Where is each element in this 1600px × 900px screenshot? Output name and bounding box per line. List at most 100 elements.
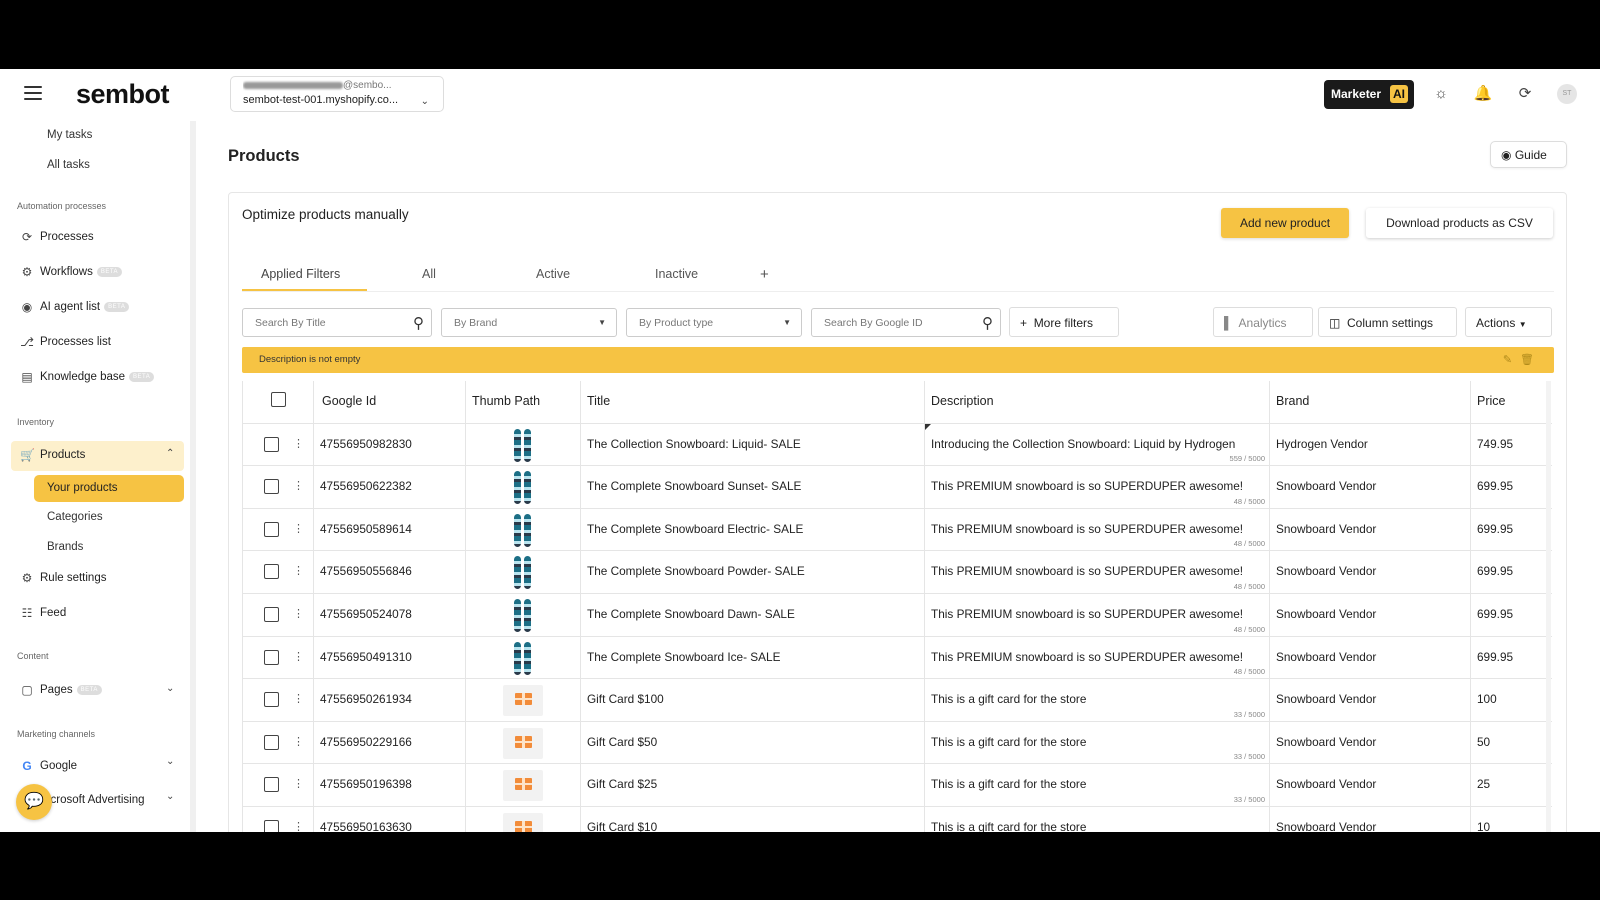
- cell-title[interactable]: The Complete Snowboard Powder- SALE: [581, 551, 925, 593]
- cell-description[interactable]: Introducing the Collection Snowboard: Li…: [925, 423, 1270, 466]
- chevron-up-icon[interactable]: ⌃: [166, 448, 174, 459]
- row-menu-icon[interactable]: ⋮: [293, 607, 304, 620]
- cell-brand[interactable]: Snowboard Vendor: [1270, 764, 1471, 806]
- cell-price[interactable]: 699.95: [1471, 594, 1552, 636]
- row-menu-icon[interactable]: ⋮: [293, 777, 304, 790]
- cell-brand[interactable]: Snowboard Vendor: [1270, 721, 1471, 764]
- brand-select[interactable]: By Brand ▼: [441, 308, 617, 337]
- table-row[interactable]: ⋮ 47556950261934 Gift Card $100 This is a g…: [243, 679, 1552, 722]
- row-checkbox[interactable]: [264, 734, 279, 750]
- header-brand[interactable]: Brand: [1270, 381, 1471, 423]
- cell-description[interactable]: This PREMIUM snowboard is so SUPERDUPER …: [925, 508, 1270, 551]
- sidebar-item-google[interactable]: G Google: [20, 759, 77, 773]
- table-row[interactable]: ⋮ 47556950589614 The Complete Snowboard El…: [243, 508, 1552, 552]
- avatar[interactable]: ST: [1557, 84, 1577, 104]
- cell-description[interactable]: This PREMIUM snowboard is so SUPERDUPER …: [925, 551, 1270, 593]
- actions-button[interactable]: Actions ▼: [1465, 307, 1552, 337]
- account-selector[interactable]: @sembo... sembot-test-001.myshopify.co..…: [230, 76, 444, 112]
- bug-icon[interactable]: ☼: [1430, 83, 1452, 105]
- sidebar-item-your-products[interactable]: Your products: [34, 475, 184, 502]
- sidebar-item-feed[interactable]: ☷ Feed: [20, 606, 67, 620]
- select-all-checkbox[interactable]: [271, 392, 286, 407]
- row-menu-icon[interactable]: ⋮: [293, 479, 304, 492]
- header-description[interactable]: Description: [925, 381, 1270, 423]
- analytics-button[interactable]: ▌ Analytics: [1213, 307, 1313, 337]
- chevron-down-icon[interactable]: ⌄: [166, 756, 174, 767]
- row-menu-icon[interactable]: ⋮: [293, 650, 304, 663]
- cell-price[interactable]: 699.95: [1471, 637, 1552, 679]
- cell-brand[interactable]: Snowboard Vendor: [1270, 551, 1471, 593]
- history-settings-icon[interactable]: ⟳: [1514, 83, 1536, 105]
- guide-button[interactable]: ◉ Guide: [1490, 141, 1567, 168]
- row-checkbox[interactable]: [264, 820, 279, 832]
- cell-price[interactable]: 699.95: [1471, 509, 1552, 551]
- row-menu-icon[interactable]: ⋮: [293, 692, 304, 705]
- cell-brand[interactable]: Snowboard Vendor: [1270, 807, 1471, 832]
- sidebar-item-ai-agent-list[interactable]: ◉ AI agent list BETA: [20, 300, 130, 314]
- sidebar-item-processes-list[interactable]: ⎇ Processes list: [20, 335, 111, 349]
- cell-price[interactable]: 749.95: [1471, 424, 1552, 466]
- sidebar-item-my-tasks[interactable]: My tasks: [47, 129, 92, 141]
- tab-active[interactable]: Active: [536, 267, 570, 281]
- cell-title[interactable]: The Complete Snowboard Ice- SALE: [581, 636, 925, 679]
- edit-icon[interactable]: ✎: [1503, 354, 1520, 366]
- row-checkbox[interactable]: [264, 436, 279, 452]
- row-checkbox[interactable]: [264, 607, 279, 622]
- row-menu-icon[interactable]: ⋮: [293, 820, 304, 832]
- add-tab-icon[interactable]: +: [760, 266, 769, 283]
- cell-price[interactable]: 50: [1471, 722, 1552, 764]
- cell-price[interactable]: 10: [1471, 807, 1552, 832]
- cell-brand[interactable]: Snowboard Vendor: [1270, 594, 1471, 636]
- cell-description[interactable]: This is a gift card for the store33 / 50…: [925, 679, 1270, 721]
- cell-brand[interactable]: Snowboard Vendor: [1270, 466, 1471, 508]
- search-title-input[interactable]: Search By Title ⚲: [242, 308, 432, 337]
- cell-description[interactable]: This is a gift card for the store33 / 50…: [925, 764, 1270, 806]
- table-row[interactable]: ⋮ 47556950196398 Gift Card $25 This is a gi…: [243, 764, 1552, 807]
- cell-title[interactable]: The Collection Snowboard: Liquid- SALE: [581, 423, 925, 466]
- download-csv-button[interactable]: Download products as CSV: [1366, 208, 1553, 238]
- cell-brand[interactable]: Snowboard Vendor: [1270, 508, 1471, 551]
- row-checkbox[interactable]: [264, 479, 279, 495]
- table-row[interactable]: ⋮ 47556950491310 The Complete Snowboard Ic…: [243, 636, 1552, 680]
- header-title[interactable]: Title: [581, 381, 925, 423]
- row-menu-icon[interactable]: ⋮: [293, 437, 304, 450]
- table-row[interactable]: ⋮ 47556950524078 The Complete Snowboard Da…: [243, 594, 1552, 637]
- row-checkbox[interactable]: [264, 521, 279, 537]
- tab-applied-filters[interactable]: Applied Filters: [261, 267, 340, 281]
- menu-icon[interactable]: [24, 86, 42, 100]
- cell-description[interactable]: This PREMIUM snowboard is so SUPERDUPER …: [925, 466, 1270, 508]
- cell-price[interactable]: 699.95: [1471, 551, 1552, 593]
- sidebar-item-products[interactable]: 🛒 Products: [20, 448, 85, 462]
- header-price[interactable]: Price: [1471, 381, 1552, 423]
- cell-title[interactable]: Gift Card $50: [581, 721, 925, 764]
- sidebar-item-categories[interactable]: Categories: [47, 511, 103, 523]
- cell-price[interactable]: 25: [1471, 764, 1552, 806]
- tab-all[interactable]: All: [422, 267, 436, 281]
- row-checkbox[interactable]: [264, 777, 279, 793]
- search-google-id-input[interactable]: Search By Google ID ⚲: [811, 308, 1001, 337]
- cell-description[interactable]: This is a gift card for the store33 / 50…: [925, 721, 1270, 764]
- bell-icon[interactable]: 🔔: [1472, 83, 1494, 105]
- sidebar-item-brands[interactable]: Brands: [47, 541, 83, 553]
- sidebar-item-pages[interactable]: ▢ Pages BETA: [20, 683, 102, 697]
- cell-title[interactable]: The Complete Snowboard Sunset- SALE: [581, 466, 925, 508]
- cell-description[interactable]: This PREMIUM snowboard is so SUPERDUPER …: [925, 636, 1270, 679]
- table-row[interactable]: ⋮ 47556950622382 The Complete Snowboard Su…: [243, 466, 1552, 509]
- trash-icon[interactable]: 🗑: [1520, 354, 1542, 366]
- sidebar-item-microsoft-advertising[interactable]: icrosoft Advertising: [48, 794, 145, 806]
- row-menu-icon[interactable]: ⋮: [293, 564, 304, 577]
- row-menu-icon[interactable]: ⋮: [293, 522, 304, 535]
- cell-brand[interactable]: Snowboard Vendor: [1270, 636, 1471, 679]
- table-row[interactable]: ⋮ 47556950982830 The Collection Snowboard:…: [243, 423, 1552, 467]
- cell-price[interactable]: 699.95: [1471, 466, 1552, 508]
- cell-description[interactable]: This is a gift card for the store33 / 50…: [925, 807, 1270, 832]
- row-checkbox[interactable]: [264, 649, 279, 665]
- tab-inactive[interactable]: Inactive: [655, 267, 698, 281]
- cell-title[interactable]: Gift Card $100: [581, 679, 925, 721]
- sidebar-item-processes[interactable]: ⟳ Processes: [20, 230, 94, 244]
- header-google-id[interactable]: Google Id: [314, 381, 466, 423]
- cell-title[interactable]: The Complete Snowboard Electric- SALE: [581, 508, 925, 551]
- table-row[interactable]: ⋮ 47556950556846 The Complete Snowboard Po…: [243, 551, 1552, 594]
- header-thumb-path[interactable]: Thumb Path: [466, 381, 581, 423]
- row-checkbox[interactable]: [264, 564, 279, 580]
